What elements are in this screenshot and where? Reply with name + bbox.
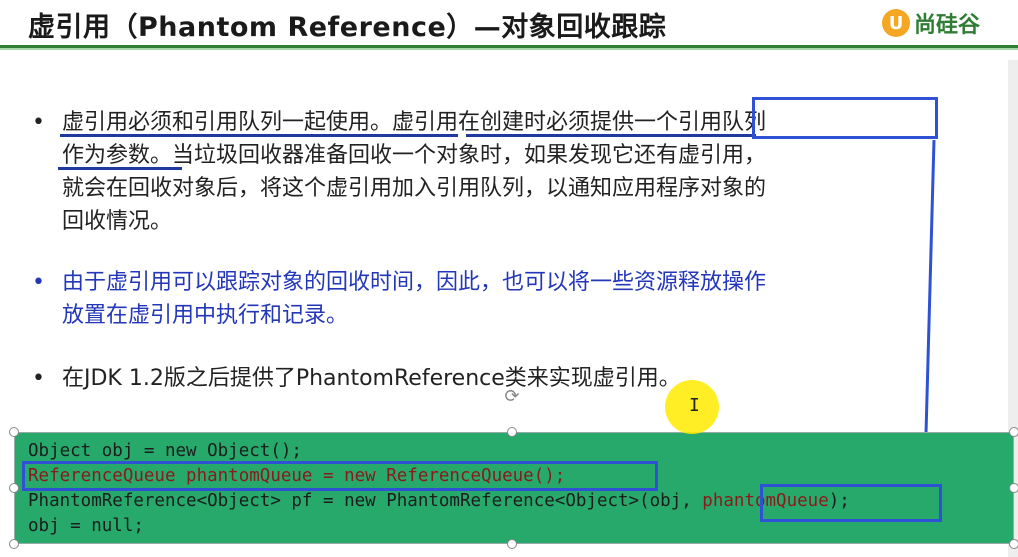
code-line-1: Object obj = new Object(); xyxy=(28,441,302,461)
resize-handle-n[interactable] xyxy=(507,427,517,437)
bullet-marker: • xyxy=(32,110,45,135)
bullet-line: 回收情况。 xyxy=(62,209,173,234)
resize-handle-se[interactable] xyxy=(1009,539,1018,549)
underline-annotation xyxy=(466,134,756,137)
underline-annotation xyxy=(60,134,458,137)
title-rule-shadow xyxy=(0,48,1018,50)
code-line-3: PhantomReference<Object> pf = new Phanto… xyxy=(28,491,850,511)
highlight-box-phantomqueue xyxy=(760,484,942,522)
bullet-line: 作为参数。当垃圾回收器准备回收一个对象时，如果发现它还有虚引用， xyxy=(62,143,767,168)
code-line-3-prefix: PhantomReference<Object> pf = new Phanto… xyxy=(28,491,703,511)
resize-handle-e[interactable] xyxy=(1009,483,1018,493)
bullet-line: 放置在虚引用中执行和记录。 xyxy=(62,303,349,328)
logo-text: 尚硅谷 xyxy=(914,13,981,38)
bullet-text[interactable]: 在JDK 1.2版之后提供了PhantomReference类来实现虚引用。 xyxy=(62,362,927,395)
resize-handle-sw[interactable] xyxy=(9,539,19,549)
brand-logo: U 尚硅谷 xyxy=(882,6,980,40)
resize-handle-ne[interactable] xyxy=(1009,427,1018,437)
slide-title: 虚引用（Phantom Reference）—对象回收跟踪 xyxy=(28,12,667,43)
resize-handle-s[interactable] xyxy=(507,539,517,549)
bullet-line: 就会在回收对象后，将这个虚引用加入引用队列，以通知应用程序对象的 xyxy=(62,176,767,201)
bullet-text[interactable]: 由于虚引用可以跟踪对象的回收时间，因此，也可以将一些资源释放操作 放置在虚引用中… xyxy=(62,266,927,332)
resize-handle-nw[interactable] xyxy=(9,427,19,437)
logo-badge-icon: U xyxy=(882,9,910,37)
bullet-marker: • xyxy=(32,366,45,391)
underline-annotation xyxy=(58,167,182,170)
bullet-marker: • xyxy=(32,270,45,295)
text-cursor-icon: I xyxy=(689,395,700,416)
bullet-line: 由于虚引用可以跟踪对象的回收时间，因此，也可以将一些资源释放操作 xyxy=(62,270,767,295)
slide-title-bar: 虚引用（Phantom Reference）—对象回收跟踪 U 尚硅谷 xyxy=(0,0,1018,46)
resize-handle-w[interactable] xyxy=(9,483,19,493)
code-line-4: obj = null; xyxy=(28,516,144,536)
bullet-line: 在JDK 1.2版之后提供了PhantomReference类来实现虚引用。 xyxy=(62,366,681,391)
highlight-box-referencequeue xyxy=(22,461,658,491)
highlight-box-queue-param xyxy=(752,97,938,139)
rotate-handle-icon[interactable]: ⟳ xyxy=(502,387,522,407)
